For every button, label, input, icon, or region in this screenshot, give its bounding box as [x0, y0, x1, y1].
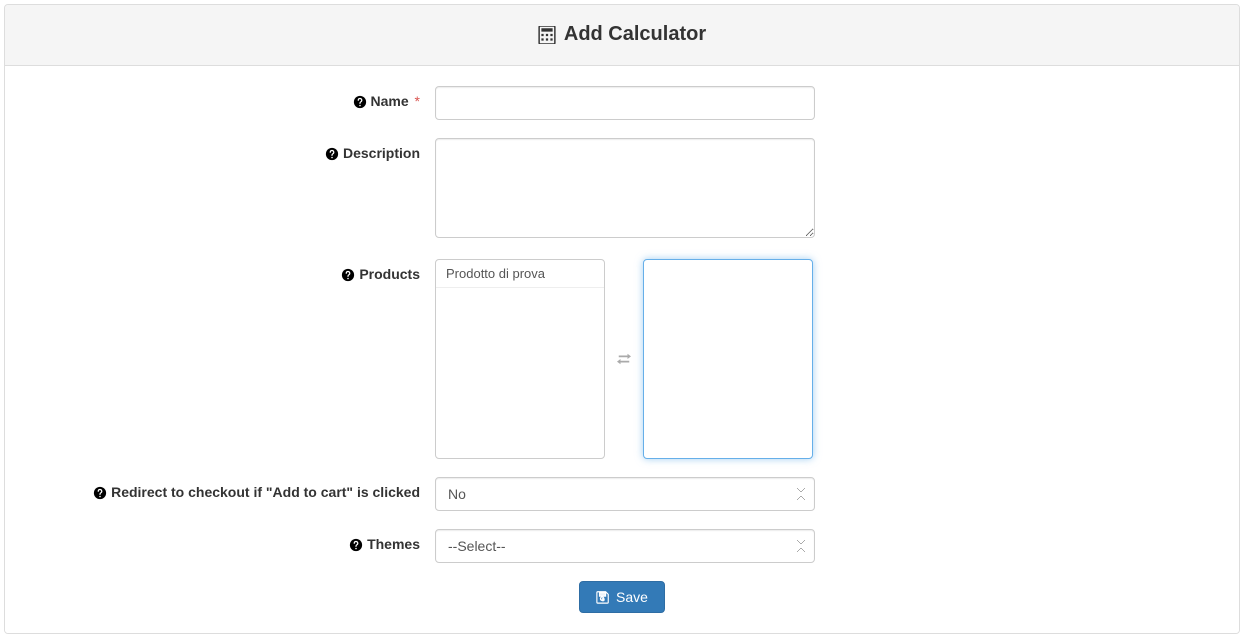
- floppy-disk-icon: [596, 590, 610, 604]
- question-circle-icon[interactable]: [353, 95, 367, 109]
- description-label: Description: [35, 138, 435, 161]
- redirect-label-text: Redirect to checkout if "Add to cart" is…: [111, 484, 420, 500]
- products-label-text: Products: [359, 266, 420, 282]
- panel-header: Add Calculator: [5, 5, 1239, 66]
- description-label-text: Description: [343, 145, 420, 161]
- themes-select[interactable]: --Select--: [435, 529, 815, 563]
- list-item[interactable]: Prodotto di prova: [436, 260, 604, 288]
- description-textarea[interactable]: [435, 138, 815, 238]
- save-button-label: Save: [616, 589, 648, 605]
- button-row: Save: [35, 581, 1209, 613]
- question-circle-icon[interactable]: [325, 147, 339, 161]
- required-marker: *: [415, 93, 420, 109]
- save-button[interactable]: Save: [579, 581, 665, 613]
- page-title: Add Calculator: [538, 23, 706, 46]
- themes-row: Themes --Select--: [35, 529, 1209, 563]
- redirect-select[interactable]: No: [435, 477, 815, 511]
- products-selected-list[interactable]: [643, 259, 813, 459]
- question-circle-icon[interactable]: [93, 486, 107, 500]
- themes-label: Themes: [35, 529, 435, 552]
- themes-label-text: Themes: [367, 536, 420, 552]
- name-label-text: Name: [371, 93, 409, 109]
- redirect-label: Redirect to checkout if "Add to cart" is…: [35, 477, 435, 500]
- name-input[interactable]: [435, 86, 815, 120]
- question-circle-icon[interactable]: [341, 268, 355, 282]
- page-title-text: Add Calculator: [564, 23, 706, 46]
- products-multiselect: Prodotto di prova: [435, 259, 815, 459]
- calculator-icon: [538, 26, 556, 44]
- exchange-icon[interactable]: [615, 352, 633, 366]
- redirect-row: Redirect to checkout if "Add to cart" is…: [35, 477, 1209, 511]
- name-row: Name *: [35, 86, 1209, 120]
- name-label: Name *: [35, 86, 435, 109]
- products-available-list[interactable]: Prodotto di prova: [435, 259, 605, 459]
- products-label: Products: [35, 259, 435, 282]
- products-row: Products Prodotto di prova: [35, 259, 1209, 459]
- panel-body: Name * Description: [5, 66, 1239, 633]
- question-circle-icon[interactable]: [349, 538, 363, 552]
- add-calculator-panel: Add Calculator Name *: [4, 4, 1240, 634]
- description-row: Description: [35, 138, 1209, 241]
